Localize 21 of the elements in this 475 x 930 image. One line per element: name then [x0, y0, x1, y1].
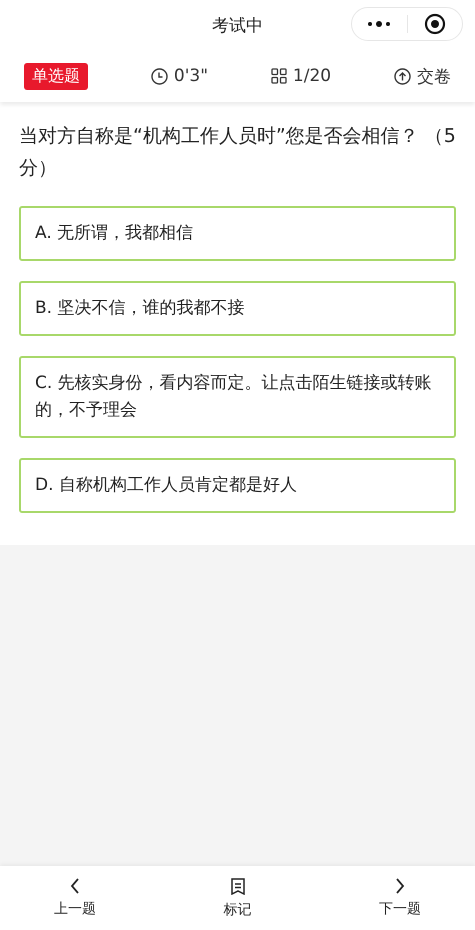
- window-title: 考试中: [212, 14, 263, 36]
- submit-link[interactable]: 交卷: [416, 64, 451, 88]
- question-type-badge: 单选题: [24, 62, 88, 90]
- next-button[interactable]: 下一题: [355, 878, 445, 918]
- answer-option[interactable]: C. 先核实身份，看内容而定。让点击陌生链接或转账的，不予理会: [19, 356, 456, 438]
- close-icon[interactable]: [424, 13, 446, 35]
- chevron-right-icon: [395, 878, 405, 894]
- clock-icon: [150, 68, 168, 84]
- upload-icon: [394, 68, 411, 84]
- answer-option[interactable]: A. 无所谓，我都相信: [19, 206, 456, 261]
- more-icon[interactable]: [367, 21, 392, 27]
- mark-button[interactable]: 标记: [192, 878, 282, 918]
- progress-text: 1/20: [292, 66, 332, 86]
- bookmark-icon: [230, 878, 244, 894]
- question-text: 当对方自称是“机构工作人员时”您是否会相信？ （5分）: [19, 124, 456, 181]
- grid-icon: [270, 68, 287, 84]
- answer-option[interactable]: D. 自称机构工作人员肯定都是好人: [19, 458, 456, 513]
- timer-text: 0'3": [174, 66, 208, 86]
- prev-button[interactable]: 上一题: [30, 878, 120, 918]
- chevron-left-icon: [70, 878, 80, 894]
- answer-option[interactable]: B. 坚决不信，谁的我都不接: [19, 281, 456, 336]
